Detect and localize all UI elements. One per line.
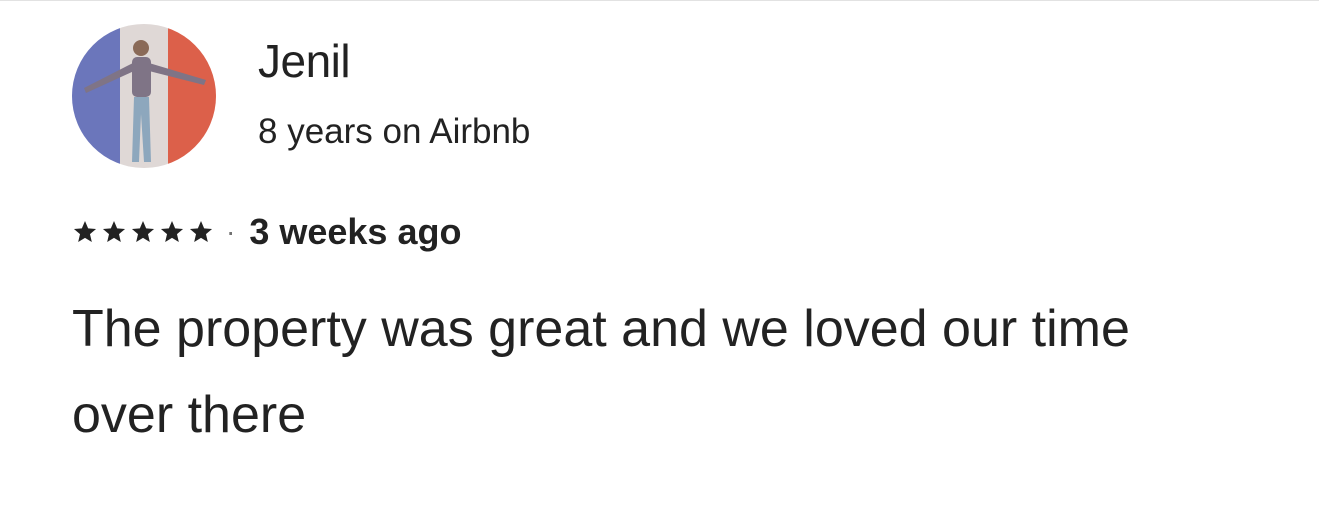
rating-stars	[72, 219, 214, 245]
star-icon	[101, 219, 127, 245]
meta-separator: ·	[226, 216, 236, 247]
reviewer-avatar[interactable]	[72, 24, 216, 168]
review-text: The property was great and we loved our …	[72, 300, 1130, 444]
star-icon	[72, 219, 98, 245]
star-icon	[188, 219, 214, 245]
avatar-photo-icon	[72, 24, 216, 168]
review-meta: · 3 weeks ago	[72, 208, 461, 256]
review-age: 3 weeks ago	[249, 211, 462, 252]
star-icon	[159, 219, 185, 245]
review-card: Jenil 8 years on Airbnb · 3 weeks ago Th…	[0, 0, 1319, 511]
star-icon	[130, 219, 156, 245]
reviewer-tenure: 8 years on Airbnb	[258, 112, 531, 151]
reviewer-name[interactable]: Jenil	[258, 34, 351, 88]
